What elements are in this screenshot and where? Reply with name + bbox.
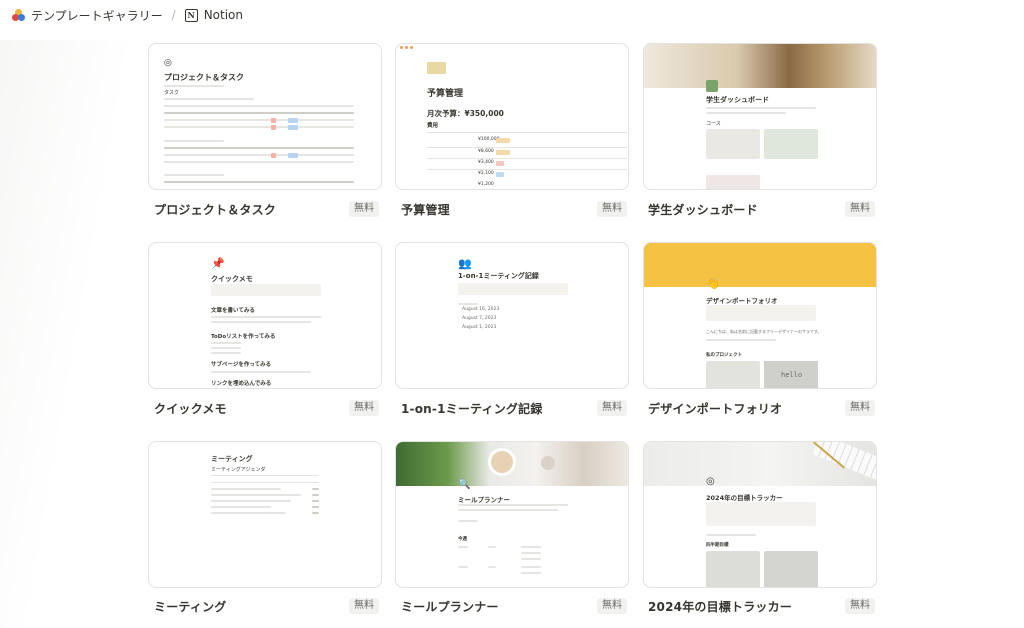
target-icon: ◎ (706, 476, 715, 487)
template-card-student-dashboard[interactable]: 学生ダッシュボード コース (643, 43, 877, 190)
preview-budget: 月次予算：¥350,000 (427, 109, 504, 118)
target-icon: ◎ (164, 58, 172, 68)
preview-heading: プロジェクト＆タスク (164, 73, 244, 82)
preview-heading: 予算管理 (427, 89, 464, 99)
card-title[interactable]: 予算管理 (401, 201, 450, 218)
gallery-logo-icon (12, 8, 25, 22)
card-title[interactable]: プロジェクト＆タスク (154, 201, 276, 218)
free-badge: 無料 (349, 201, 379, 217)
cover-image (644, 44, 876, 88)
template-card-one-on-one[interactable]: 👥 1-on-1ミーティング記録 August 16, 2023 August … (395, 242, 629, 389)
preview-heading: ミーティング (211, 455, 253, 463)
free-badge: 無料 (597, 400, 627, 416)
cover-yellow (644, 243, 876, 287)
preview-section: コース (706, 121, 721, 127)
card-title[interactable]: デザインポートフォリオ (648, 400, 782, 417)
card-title[interactable]: 2024年の目標トラッカー (648, 598, 792, 615)
card-title[interactable]: ミールプランナー (401, 598, 499, 615)
preview-section: 費用 (427, 123, 439, 129)
template-card-budget[interactable]: 予算管理 月次予算：¥350,000 費用 ¥100,000 ¥8,600 ¥3… (395, 43, 629, 190)
free-badge: 無料 (349, 598, 379, 614)
pushpin-icon: 📌 (211, 257, 225, 270)
preview-heading: 学生ダッシュボード (706, 96, 769, 104)
breadcrumb-item-notion[interactable]: N Notion (184, 8, 244, 22)
template-card-meal-planner[interactable]: 🔍 ミールプランナー 今週 (395, 441, 629, 588)
card-title[interactable]: クイックメモ (154, 400, 227, 417)
preview-sub: ミーティングアジェンダ (211, 467, 266, 473)
template-card-project-tasks[interactable]: ◎ プロジェクト＆タスク タスク (148, 43, 382, 190)
preview-heading: ミールプランナー (458, 496, 510, 504)
free-badge: 無料 (597, 201, 627, 217)
preview-heading: 2024年の目標トラッカー (706, 494, 783, 502)
card-title[interactable]: ミーティング (154, 598, 226, 615)
card-title[interactable]: 学生ダッシュボード (648, 201, 758, 218)
waving-hand-icon: 👋 (706, 277, 720, 290)
window-dots (400, 46, 413, 49)
breadcrumb-label-notion: Notion (203, 8, 244, 22)
preview-sub: タスク (164, 90, 180, 96)
cover-bowl (488, 448, 516, 476)
notion-logo-icon: N (184, 8, 198, 22)
free-badge: 無料 (845, 201, 875, 217)
free-badge: 無料 (845, 400, 875, 416)
people-icon: 👥 (458, 257, 472, 270)
breadcrumb-item-gallery[interactable]: テンプレートギャラリー (12, 7, 163, 24)
free-badge: 無料 (845, 598, 875, 614)
breadcrumb: テンプレートギャラリー / N Notion (12, 6, 243, 24)
card-title[interactable]: 1-on-1ミーティング記録 (401, 400, 543, 417)
breadcrumb-label-gallery: テンプレートギャラリー (31, 8, 163, 23)
preview-heading: クイックメモ (211, 275, 253, 283)
template-card-design-portfolio[interactable]: 👋 デザインポートフォリオ こんにちは、私は名前に記載するフリーデザイナーのサラ… (643, 242, 877, 389)
sidebar-fade (0, 40, 140, 628)
template-card-meeting[interactable]: ミーティング ミーティングアジェンダ (148, 441, 382, 588)
search-icon: 🔍 (458, 479, 471, 490)
books-icon (706, 80, 718, 92)
free-badge: 無料 (349, 400, 379, 416)
free-badge: 無料 (597, 598, 627, 614)
breadcrumb-separator: / (171, 8, 176, 22)
money-icon (427, 62, 446, 74)
template-card-goal-tracker[interactable]: ◎ 2024年の目標トラッカー 四半期目標 (643, 441, 877, 588)
preview-heading: デザインポートフォリオ (706, 297, 778, 305)
template-card-quick-memo[interactable]: 📌 クイックメモ 文章を書いてみる ToDoリストを作ってみる サブページを作っ… (148, 242, 382, 389)
preview-heading: 1-on-1ミーティング記録 (458, 272, 539, 280)
